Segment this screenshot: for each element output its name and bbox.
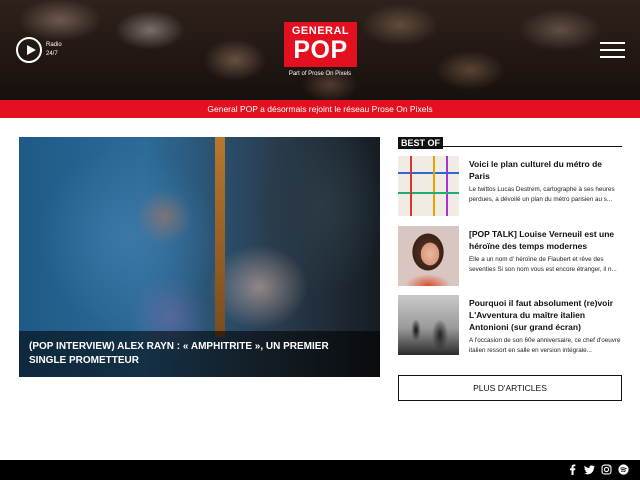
footer-bar bbox=[0, 460, 640, 480]
portrait-image[interactable] bbox=[398, 226, 459, 286]
best-of-heading: BEST OF bbox=[398, 137, 444, 149]
section-divider bbox=[443, 146, 622, 147]
announcement-bar[interactable]: General POP a désormais rejoint le résea… bbox=[0, 100, 640, 118]
menu-line bbox=[600, 49, 625, 51]
sidebar-article-title[interactable]: Voici le plan culturel du métro de Paris bbox=[469, 158, 622, 182]
twitter-icon[interactable] bbox=[584, 464, 595, 475]
featured-article[interactable]: (POP INTERVIEW) ALEX RAYN : « AMPHITRITE… bbox=[19, 137, 380, 377]
radio-label-line2: 24/7 bbox=[46, 51, 58, 57]
logo-text-bottom: POP bbox=[293, 36, 348, 64]
instagram-icon[interactable] bbox=[601, 464, 612, 475]
radio-play-button[interactable] bbox=[16, 37, 42, 63]
metro-map-image[interactable] bbox=[398, 156, 459, 216]
spotify-icon[interactable] bbox=[618, 464, 629, 475]
feature-image-detail bbox=[215, 137, 225, 337]
sidebar-article-title[interactable]: Pourquoi il faut absolument (re)voir L'A… bbox=[469, 297, 622, 333]
hamburger-menu-icon[interactable] bbox=[600, 42, 625, 58]
menu-line bbox=[600, 56, 625, 58]
header-hero-image: Radio 24/7 GENERAL POP Part of Prose On … bbox=[0, 0, 640, 100]
sidebar-article-excerpt: Le twittos Lucas Destrem, cartographe à … bbox=[469, 186, 615, 203]
site-logo[interactable]: GENERAL POP bbox=[284, 22, 357, 67]
radio-label-line1: Radio bbox=[46, 42, 62, 48]
sidebar-article-excerpt: Elle a un nom d' héroïne de Flaubert et … bbox=[469, 256, 617, 273]
more-articles-button[interactable]: PLUS D'ARTICLES bbox=[398, 375, 622, 401]
sidebar-article-3[interactable]: Pourquoi il faut absolument (re)voir L'A… bbox=[398, 295, 622, 357]
sidebar-article-title[interactable]: [POP TALK] Louise Verneuil est une héroï… bbox=[469, 228, 622, 252]
featured-article-title[interactable]: (POP INTERVIEW) ALEX RAYN : « AMPHITRITE… bbox=[29, 340, 359, 368]
facebook-icon[interactable] bbox=[567, 464, 578, 475]
film-still-image[interactable] bbox=[398, 295, 459, 355]
logo-tagline[interactable]: Part of Prose On Pixels bbox=[270, 71, 370, 77]
play-icon bbox=[27, 45, 36, 55]
radio-label[interactable]: Radio 24/7 bbox=[46, 41, 62, 59]
sidebar-article-excerpt: A l'occasion de son 60e anniversaire, ce… bbox=[469, 337, 621, 354]
sidebar-article-1[interactable]: Voici le plan culturel du métro de Paris… bbox=[398, 156, 622, 218]
menu-line bbox=[600, 42, 625, 44]
sidebar-article-2[interactable]: [POP TALK] Louise Verneuil est une héroï… bbox=[398, 226, 622, 288]
